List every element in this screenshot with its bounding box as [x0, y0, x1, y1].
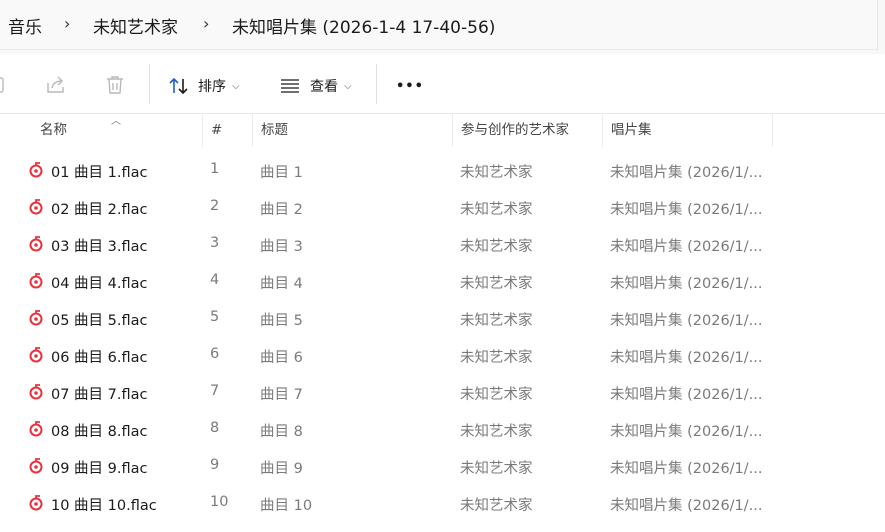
file-name[interactable]: 08 曲目 8.flac	[51, 420, 148, 441]
track-album: 未知唱片集 (2026/1/...	[610, 276, 763, 292]
track-title: 曲目 3	[260, 239, 303, 255]
file-name[interactable]: 07 曲目 7.flac	[51, 383, 148, 404]
sort-label: 排序	[198, 79, 226, 95]
track-album: 未知唱片集 (2026/1/...	[610, 350, 763, 366]
audio-file-icon	[29, 236, 43, 252]
file-name[interactable]: 04 曲目 4.flac	[51, 272, 148, 293]
track-artist: 未知艺术家	[460, 461, 533, 477]
column-header-album[interactable]: 唱片集	[603, 115, 773, 147]
file-name[interactable]: 02 曲目 2.flac	[51, 198, 148, 219]
view-icon	[281, 79, 299, 93]
track-album: 未知唱片集 (2026/1/...	[610, 165, 763, 181]
audio-file-icon	[29, 310, 43, 326]
breadcrumb-item-music[interactable]: 音乐	[8, 13, 42, 38]
address-bar: 音乐 › 未知艺术家 › 未知唱片集 (2026-1-4 17-40-56)	[0, 0, 885, 54]
track-artist: 未知艺术家	[460, 387, 533, 403]
audio-file-icon	[29, 458, 43, 474]
column-header-name[interactable]: 名称	[32, 115, 203, 147]
track-album: 未知唱片集 (2026/1/...	[610, 387, 763, 403]
breadcrumb-separator-icon[interactable]: ›	[203, 14, 209, 33]
breadcrumb-separator-icon[interactable]: ›	[64, 14, 70, 33]
audio-file-icon	[29, 421, 43, 437]
file-row[interactable]: 08 曲目 8.flac 8 曲目 8 未知艺术家 未知唱片集 (2026/1/...	[0, 411, 885, 448]
track-artist: 未知艺术家	[460, 276, 533, 292]
file-row[interactable]: 05 曲目 5.flac 5 曲目 5 未知艺术家 未知唱片集 (2026/1/...	[0, 300, 885, 337]
command-bar: 排序 ⌵ 查看 ⌵ •••	[0, 56, 885, 114]
track-number: 8	[210, 420, 220, 436]
chevron-down-icon: ⌵	[344, 80, 352, 92]
file-row[interactable]: 04 曲目 4.flac 4 曲目 4 未知艺术家 未知唱片集 (2026/1/...	[0, 263, 885, 300]
column-header-artist[interactable]: 参与创作的艺术家	[453, 115, 603, 147]
chevron-down-icon: ⌵	[232, 80, 240, 92]
track-number: 1	[210, 161, 220, 177]
delete-icon[interactable]	[104, 74, 126, 96]
column-header-title[interactable]: 标题	[253, 115, 453, 147]
track-number: 5	[210, 309, 220, 325]
track-number: 9	[210, 457, 220, 473]
file-row[interactable]: 09 曲目 9.flac 9 曲目 9 未知艺术家 未知唱片集 (2026/1/...	[0, 448, 885, 485]
track-title: 曲目 10	[260, 498, 313, 514]
track-album: 未知唱片集 (2026/1/...	[610, 313, 763, 329]
track-title: 曲目 6	[260, 350, 303, 366]
track-number: 6	[210, 346, 220, 362]
track-title: 曲目 4	[260, 276, 303, 292]
file-row[interactable]: 10 曲目 10.flac 10 曲目 10 未知艺术家 未知唱片集 (2026/1/.…	[0, 485, 885, 522]
track-title: 曲目 1	[260, 165, 303, 181]
file-row[interactable]: 01 曲目 1.flac 1 曲目 1 未知艺术家 未知唱片集 (2026/1/...	[0, 152, 885, 189]
file-row[interactable]: 06 曲目 6.flac 6 曲目 6 未知艺术家 未知唱片集 (2026/1/...	[0, 337, 885, 374]
track-album: 未知唱片集 (2026/1/...	[610, 461, 763, 477]
track-title: 曲目 7	[260, 387, 303, 403]
track-number: 3	[210, 235, 220, 251]
file-name[interactable]: 01 曲目 1.flac	[51, 161, 148, 182]
audio-file-icon	[29, 273, 43, 289]
audio-file-icon	[29, 347, 43, 363]
file-name[interactable]: 05 曲目 5.flac	[51, 309, 148, 330]
column-header-row: ︿ 名称 # 标题 参与创作的艺术家 唱片集	[0, 115, 885, 147]
track-artist: 未知艺术家	[460, 498, 533, 514]
file-row[interactable]: 03 曲目 3.flac 3 曲目 3 未知艺术家 未知唱片集 (2026/1/...	[0, 226, 885, 263]
audio-file-icon	[29, 495, 43, 511]
audio-file-icon	[29, 162, 43, 178]
track-artist: 未知艺术家	[460, 350, 533, 366]
track-album: 未知唱片集 (2026/1/...	[610, 202, 763, 218]
file-name[interactable]: 03 曲目 3.flac	[51, 235, 148, 256]
toolbar-divider	[149, 64, 150, 104]
track-number: 4	[210, 272, 220, 288]
file-row[interactable]: 07 曲目 7.flac 7 曲目 7 未知艺术家 未知唱片集 (2026/1/...	[0, 374, 885, 411]
track-artist: 未知艺术家	[460, 313, 533, 329]
track-album: 未知唱片集 (2026/1/...	[610, 239, 763, 255]
track-title: 曲目 8	[260, 424, 303, 440]
file-name[interactable]: 09 曲目 9.flac	[51, 457, 148, 478]
track-album: 未知唱片集 (2026/1/...	[610, 424, 763, 440]
breadcrumb-item-artist[interactable]: 未知艺术家	[93, 13, 178, 38]
sort-button[interactable]: 排序 ⌵	[168, 74, 240, 98]
breadcrumb-item-album[interactable]: 未知唱片集 (2026-1-4 17-40-56)	[232, 13, 495, 38]
audio-file-icon	[29, 199, 43, 215]
track-artist: 未知艺术家	[460, 424, 533, 440]
track-number: 7	[210, 383, 220, 399]
audio-file-icon	[29, 384, 43, 400]
track-title: 曲目 9	[260, 461, 303, 477]
file-name[interactable]: 06 曲目 6.flac	[51, 346, 148, 367]
file-name[interactable]: 10 曲目 10.flac	[51, 494, 157, 515]
track-artist: 未知艺术家	[460, 165, 533, 181]
breadcrumb[interactable]: 音乐 › 未知艺术家 › 未知唱片集 (2026-1-4 17-40-56)	[0, 0, 878, 50]
view-label: 查看	[310, 79, 338, 95]
track-number: 2	[210, 198, 220, 214]
view-button[interactable]: 查看 ⌵	[279, 74, 352, 98]
track-artist: 未知艺术家	[460, 239, 533, 255]
toolbar-divider	[376, 64, 377, 104]
track-artist: 未知艺术家	[460, 202, 533, 218]
sort-icon	[169, 77, 188, 95]
share-icon[interactable]	[45, 74, 67, 96]
track-album: 未知唱片集 (2026/1/...	[610, 498, 763, 514]
more-options-button[interactable]: •••	[396, 74, 424, 98]
track-title: 曲目 2	[260, 202, 303, 218]
track-title: 曲目 5	[260, 313, 303, 329]
file-row[interactable]: 02 曲目 2.flac 2 曲目 2 未知艺术家 未知唱片集 (2026/1/...	[0, 189, 885, 226]
track-number: 10	[210, 494, 229, 510]
column-header-number[interactable]: #	[203, 115, 253, 147]
copy-icon[interactable]	[0, 74, 10, 96]
